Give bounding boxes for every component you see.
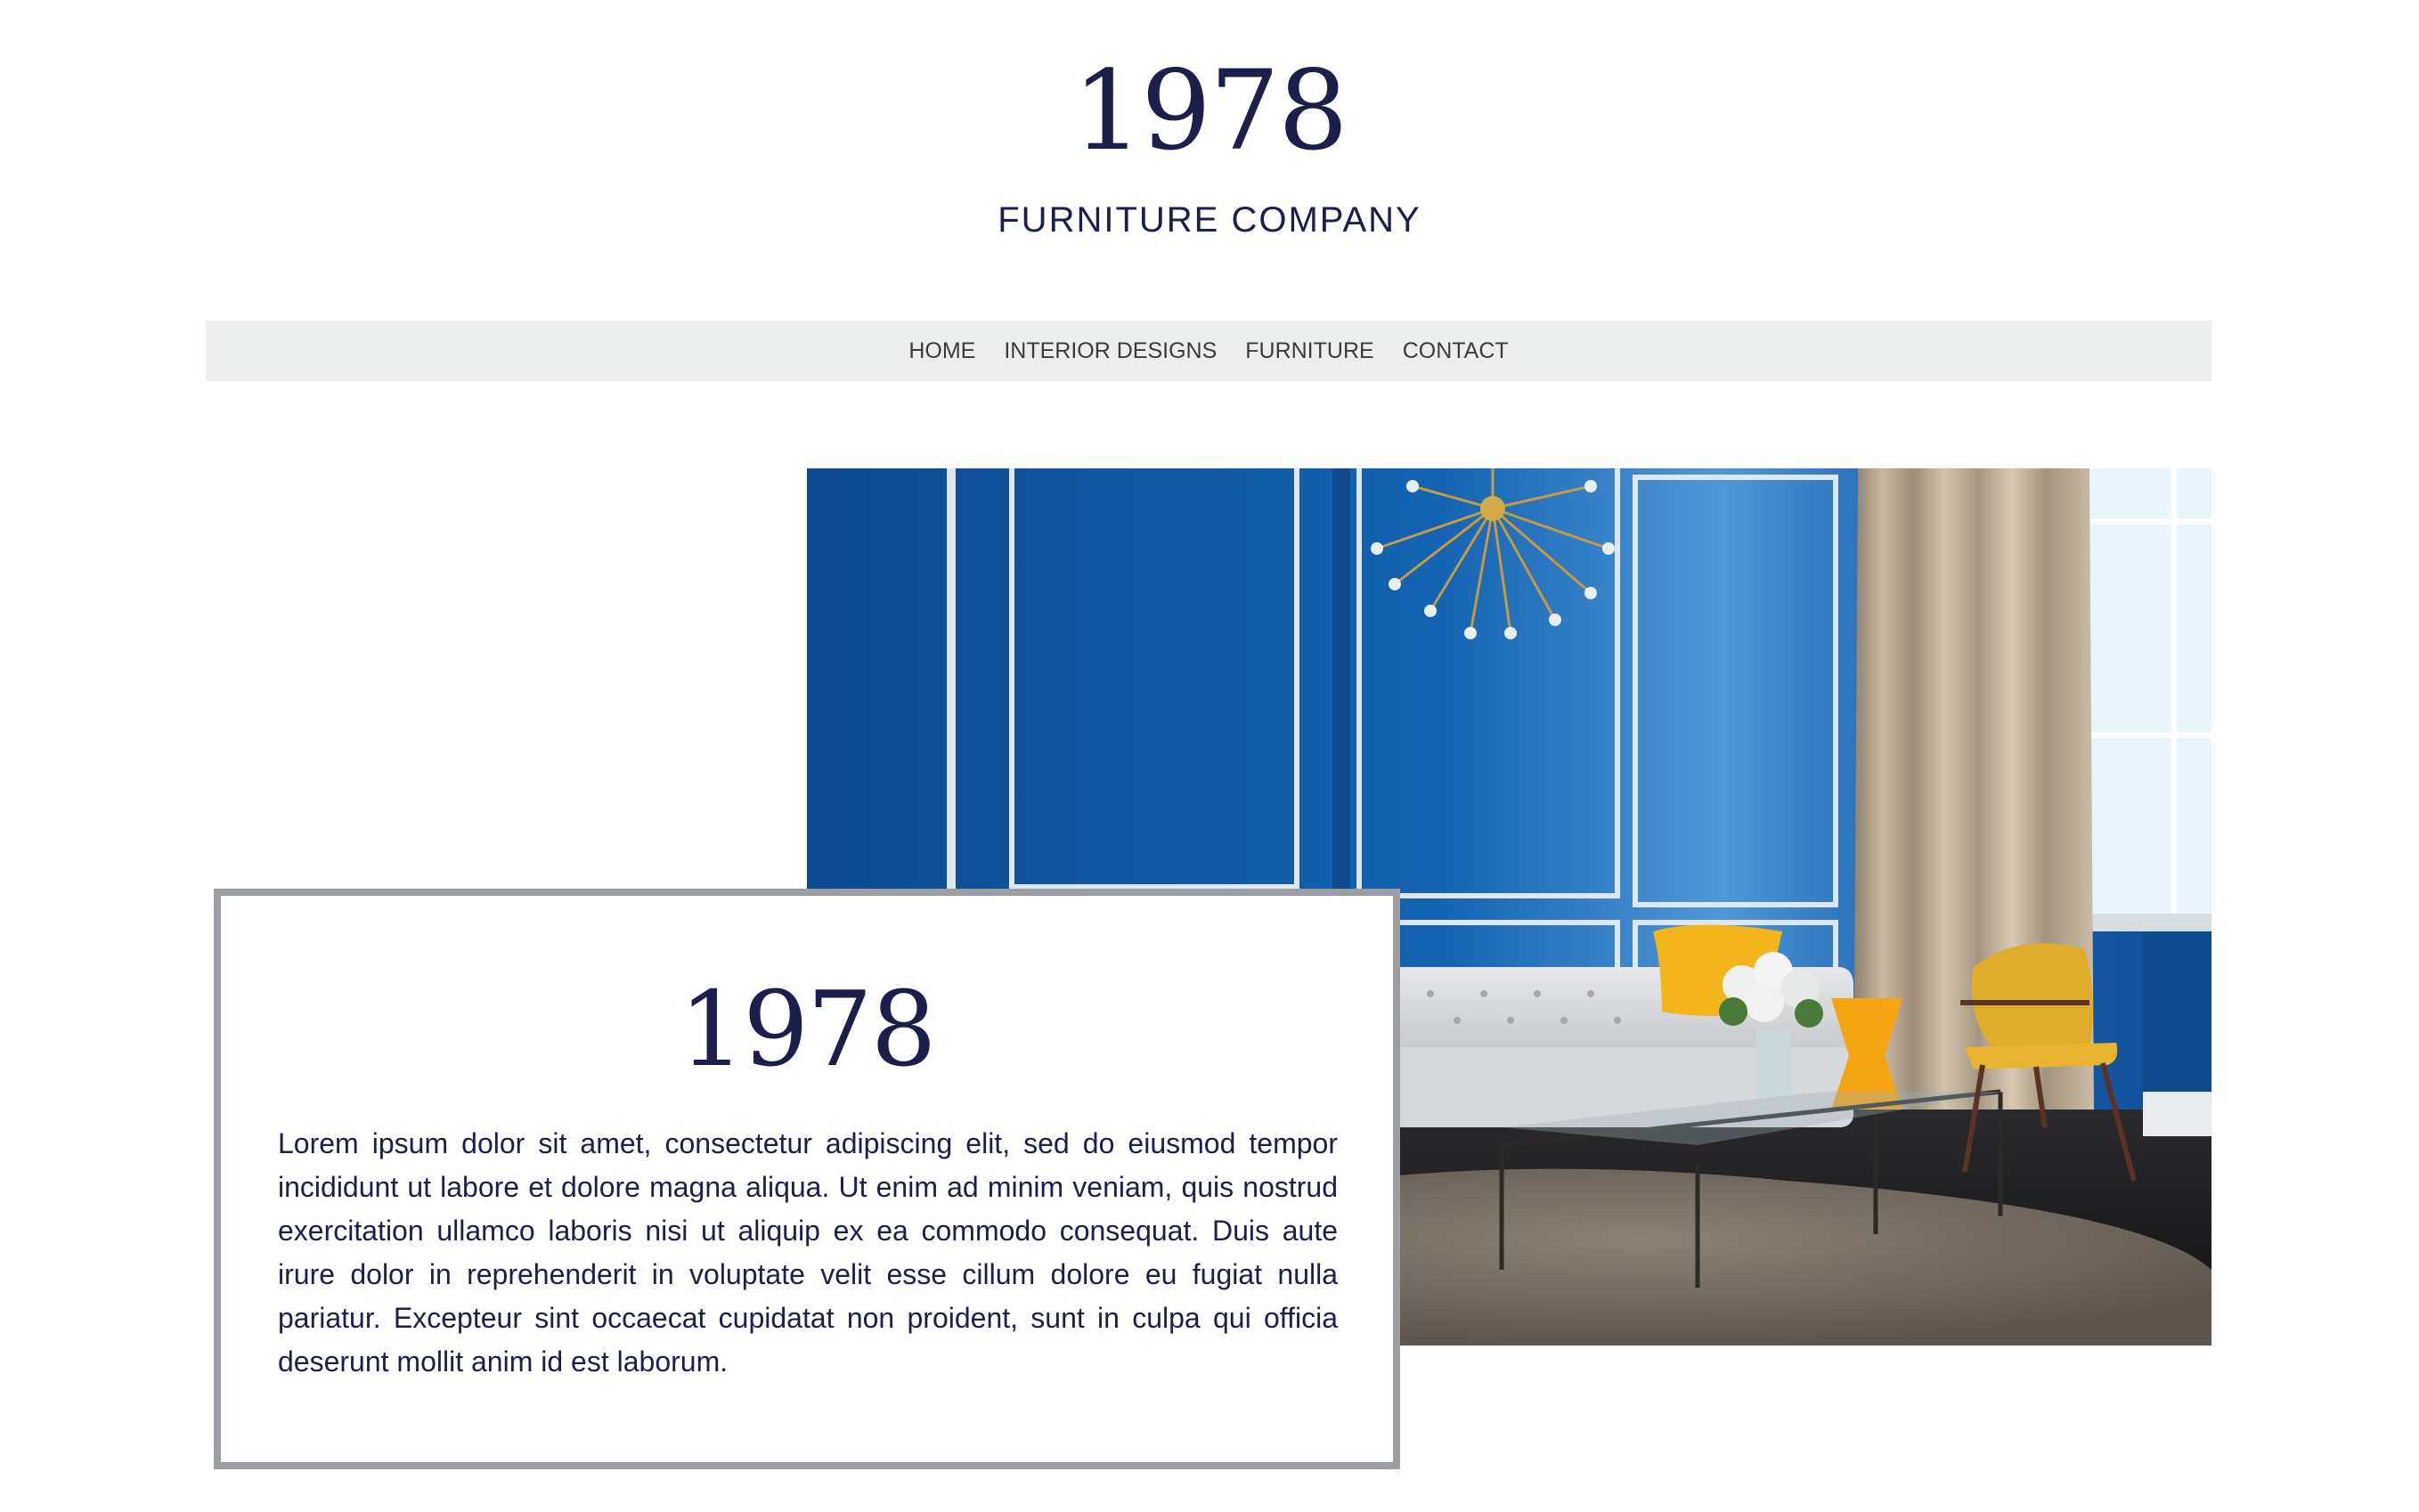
nav-item-furniture[interactable]: FURNITURE xyxy=(1245,338,1373,364)
card-body-text: Lorem ipsum dolor sit amet, consectetur … xyxy=(278,1127,1338,1378)
card-title: 1978 xyxy=(679,970,936,1090)
brand-logo-year[interactable]: 1978 xyxy=(0,36,2419,187)
nav-item-interior-designs[interactable]: INTERIOR DESIGNS xyxy=(1004,338,1217,364)
main-navigation: HOME INTERIOR DESIGNS FURNITURE CONTACT xyxy=(206,321,2211,381)
intro-card: 1978 Lorem ipsum dolor sit amet, consect… xyxy=(214,889,1400,1469)
nav-item-home[interactable]: HOME xyxy=(908,338,975,364)
brand-subtitle: FURNITURE COMPANY xyxy=(998,200,1421,240)
nav-item-contact[interactable]: CONTACT xyxy=(1403,338,1509,364)
